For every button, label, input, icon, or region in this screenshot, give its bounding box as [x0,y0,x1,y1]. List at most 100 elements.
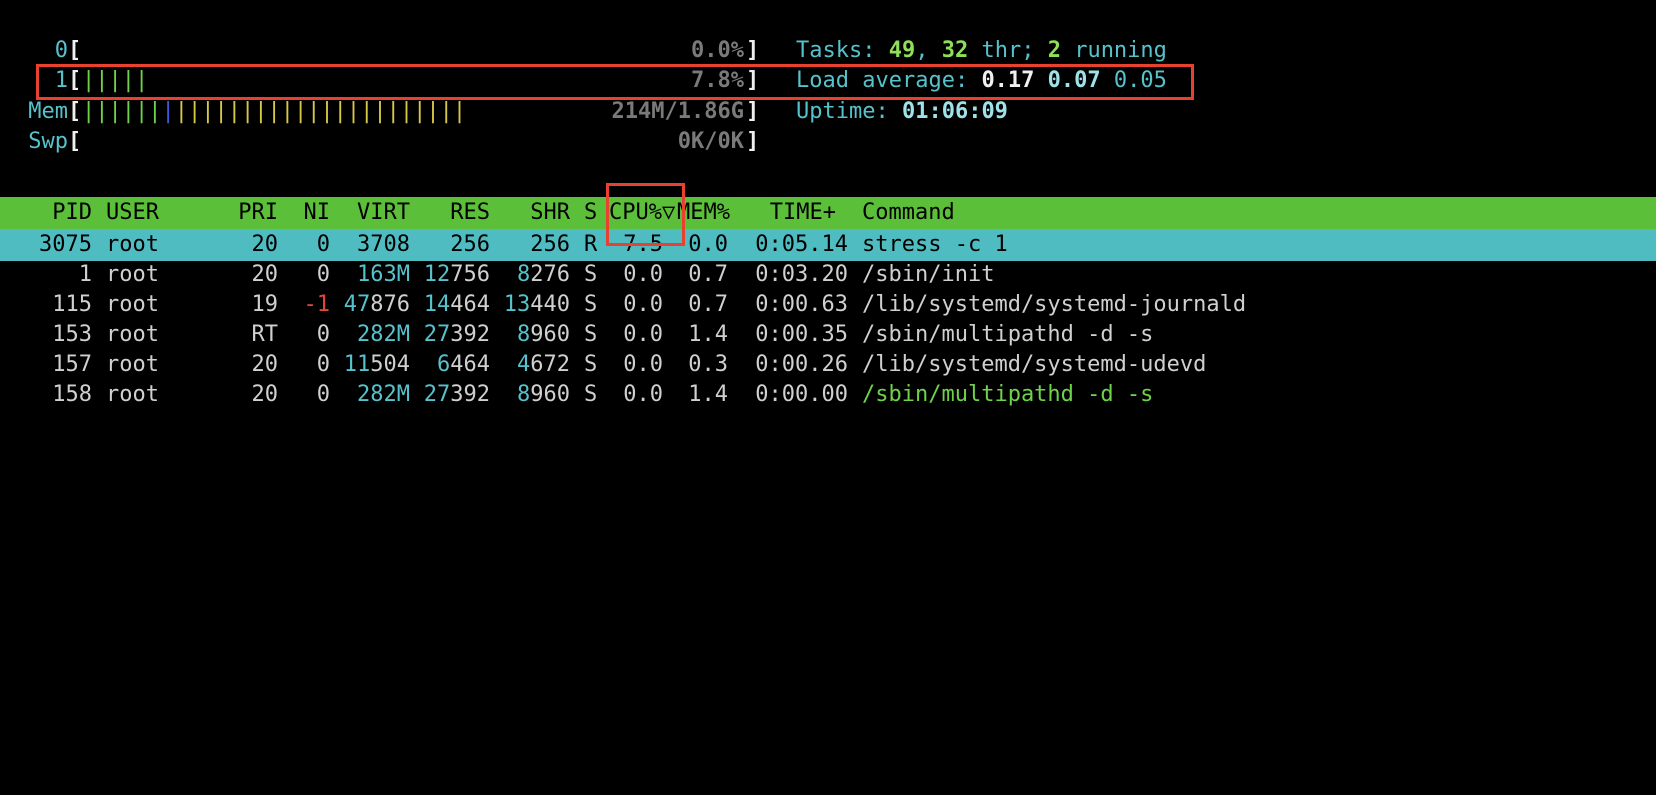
swp-rbracket: ] [746,129,760,154]
proc-state: R [584,232,598,257]
col-time[interactable]: TIME+ [740,197,836,229]
proc-pid: 1 [78,262,92,287]
proc-command: stress -c 1 [862,232,1008,257]
column-header[interactable]: PID USER PRI NI VIRT RES SHR S CPU%▽ MEM… [0,197,1656,229]
proc-cpu: 0.0 [623,292,663,317]
proc-mem: 0.3 [688,352,728,377]
proc-cpu: 0.0 [623,352,663,377]
proc-virt: 163M [357,262,410,287]
proc-shr: 8960 [517,322,570,347]
proc-time: 0:05.14 [755,232,848,257]
load-15min: 0.05 [1113,68,1167,93]
col-ni[interactable]: NI [290,197,331,229]
proc-time: 0:03.20 [755,262,848,287]
proc-mem: 0.7 [688,262,728,287]
table-row[interactable]: 158 root 20 0 282M 27392 8960 S 0.0 1.4 … [0,379,1656,411]
cpu1-value: 7.8% [691,68,744,93]
mem-label: Mem [28,99,68,124]
proc-cpu: 0.0 [623,382,663,407]
load-label: Load average: [796,68,982,93]
proc-user: root [106,262,159,287]
load-1min: 0.17 [981,68,1035,93]
swp-label: Swp [28,129,68,154]
cpu0-value: 0.0% [691,38,744,63]
table-row-selected[interactable]: 3075 root 20 0 3708 256 256 R 7.5 0.0 0:… [0,229,1656,261]
proc-state: S [584,292,598,317]
table-row[interactable]: 153 root RT 0 282M 27392 8960 S 0.0 1.4 … [0,319,1656,351]
proc-pri: 20 [251,382,279,407]
table-row[interactable]: 1 root 20 0 163M 12756 8276 S 0.0 0.7 0:… [0,259,1656,291]
proc-user: root [106,322,159,347]
table-row[interactable]: 115 root 19 -1 47876 14464 13440 S 0.0 0… [0,289,1656,321]
proc-res: 27392 [423,322,490,347]
proc-pri: 20 [251,352,279,377]
col-mem[interactable]: MEM% [677,197,730,229]
cpu1-bar: ||||| [82,68,149,93]
tasks-sep: , [915,38,942,63]
col-shr[interactable]: SHR [500,197,570,229]
threads-label: thr; [968,38,1048,63]
proc-mem: 1.4 [688,382,728,407]
col-pri[interactable]: PRI [220,197,278,229]
proc-time: 0:00.00 [755,382,848,407]
proc-ni: 0 [316,262,330,287]
table-row[interactable]: 157 root 20 0 11504 6464 4672 S 0.0 0.3 … [0,349,1656,381]
proc-user: root [106,232,159,257]
proc-pri: 20 [251,262,279,287]
proc-shr: 8276 [517,262,570,287]
col-user[interactable]: USER [106,197,159,229]
proc-shr: 8960 [517,382,570,407]
cpu1-label: 1 [54,68,68,93]
proc-ni: 0 [316,352,330,377]
proc-shr: 13440 [503,292,570,317]
mem-lbracket: [ [68,99,82,124]
proc-user: root [106,352,159,377]
proc-shr: 4672 [517,352,570,377]
proc-command: /sbin/init [862,262,995,287]
tasks-label: Tasks: [796,38,889,63]
col-cpu[interactable]: CPU%▽ [609,197,675,229]
tasks-count: 49 [888,38,916,63]
proc-virt: 47876 [343,292,410,317]
cpu1-lbracket: [ [68,68,82,93]
proc-cpu: 0.0 [623,322,663,347]
proc-virt: 282M [357,382,410,407]
proc-pid: 3075 [39,232,92,257]
mem-bar-used: |||||| [82,99,162,124]
threads-count: 32 [941,38,969,63]
cpu0-label: 0 [54,38,68,63]
running-count: 2 [1047,38,1061,63]
proc-virt: 282M [357,322,410,347]
mem-value: 214M/1.86G [611,99,744,124]
load-average: Load average: 0.17 0.07 0.05 [796,65,1167,97]
proc-virt: 11504 [343,352,410,377]
mem-bar-cache: |||||||||||||||||||||| [174,99,467,124]
col-command[interactable]: Command [862,197,955,229]
proc-pid: 115 [52,292,92,317]
proc-res: 12756 [423,262,490,287]
proc-mem: 1.4 [688,322,728,347]
proc-state: S [584,262,598,287]
proc-user: root [106,292,159,317]
cpu1-rbracket: ] [746,68,760,93]
proc-res: 14464 [423,292,490,317]
col-state[interactable]: S [584,197,597,229]
uptime-label: Uptime: [796,99,902,124]
tasks-summary: Tasks: 49, 32 thr; 2 running [796,35,1167,67]
col-res[interactable]: RES [420,197,490,229]
proc-time: 0:00.26 [755,352,848,377]
proc-pid: 157 [52,352,92,377]
proc-command: /lib/systemd/systemd-udevd [862,352,1207,377]
col-pid[interactable]: PID [20,197,92,229]
uptime-value: 01:06:09 [901,99,1008,124]
load-5min: 0.07 [1047,68,1101,93]
proc-ni: 0 [316,232,330,257]
proc-time: 0:00.35 [755,322,848,347]
mem-rbracket: ] [746,99,760,124]
proc-pri: 19 [251,292,279,317]
col-virt[interactable]: VIRT [340,197,410,229]
mem-bar-buffers: | [161,99,175,124]
proc-pid: 158 [52,382,92,407]
proc-res: 6464 [437,352,490,377]
proc-shr: 256 [530,232,570,257]
